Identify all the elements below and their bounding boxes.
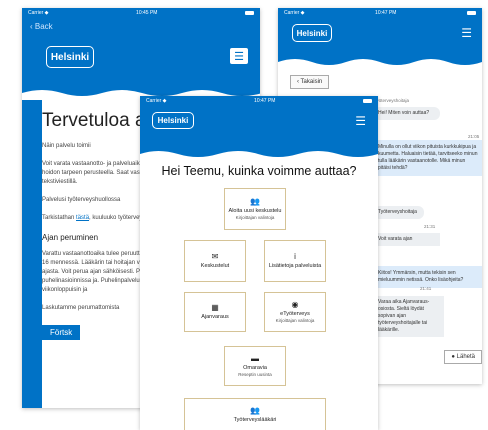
tile-title: Ajanvaraus bbox=[201, 313, 229, 320]
carrier-text: Carrier ◆ bbox=[146, 98, 167, 104]
send-icon: ● bbox=[451, 354, 455, 360]
carrier-text: Carrier ◆ bbox=[28, 10, 49, 16]
tile-occupational-doctor[interactable]: 👥 Työterveyslääkäri bbox=[184, 398, 326, 430]
back-link[interactable]: ‹ Back bbox=[30, 22, 53, 31]
people-icon: 👥 bbox=[250, 405, 260, 415]
tile-title: Lisätietoja palveluista bbox=[268, 262, 322, 269]
tile-services-info[interactable]: i Lisätietoja palveluista bbox=[264, 240, 326, 282]
clock-text: 10:47 PM bbox=[375, 10, 397, 16]
chat-message: Hei! Miten voin auttaa? bbox=[374, 107, 440, 120]
status-bar: Carrier ◆ 10:47 PM bbox=[140, 96, 378, 106]
app-header: Helsinki ☰ bbox=[278, 18, 482, 65]
home-screen: Carrier ◆ 10:47 PM Helsinki ☰ Hei Teemu,… bbox=[140, 96, 378, 430]
chat-message: Kiitos! Ymmärsin, mutta tekisin sen miel… bbox=[374, 266, 482, 288]
clock-text: 10:47 PM bbox=[254, 98, 276, 104]
send-button[interactable]: ● Lähetä bbox=[444, 350, 482, 364]
message-time: 21:05 bbox=[468, 134, 480, 139]
tile-subtitle: Kirjoittajan valintoja bbox=[275, 318, 315, 324]
screens-collage: Carrier ◆ 10:45 PM ‹ Back Helsinki ☰ Ter… bbox=[0, 0, 488, 430]
tile-new-conversation[interactable]: 👥 Aloita uusi keskustelu Kirjoittajan va… bbox=[224, 188, 286, 230]
side-decoration bbox=[22, 100, 42, 408]
back-button[interactable]: ‹ Takaisin bbox=[290, 75, 330, 89]
envelope-icon: ✉ bbox=[211, 251, 219, 261]
app-header: Helsinki ☰ bbox=[140, 106, 378, 157]
tile-title: Omaravia bbox=[243, 365, 267, 371]
helsinki-logo[interactable]: Helsinki bbox=[292, 24, 332, 42]
tile-title: Työterveyslääkäri bbox=[233, 416, 277, 423]
tile-eoccupational-health[interactable]: ◉ eTyöterveys Kirjoittajan valintoja bbox=[264, 292, 326, 332]
sender-label: Työterveyshoitaja bbox=[374, 98, 410, 103]
language-button[interactable]: Förtsk bbox=[42, 325, 81, 340]
battery-icon bbox=[466, 11, 476, 15]
tile-title: eTyöterveys bbox=[280, 311, 310, 317]
chat-message: Voit varata ajan bbox=[374, 233, 440, 246]
menu-icon[interactable]: ☰ bbox=[461, 26, 472, 40]
camera-icon: ◉ bbox=[291, 300, 299, 309]
tile-subtitle: Kirjoittajan valintoja bbox=[235, 215, 275, 221]
tile-appointments[interactable]: ▦ Ajanvaraus bbox=[184, 292, 246, 332]
message-time: 21:31 bbox=[424, 224, 436, 229]
clock-text: 10:45 PM bbox=[136, 10, 158, 16]
tile-conversations[interactable]: ✉ Keskustelut bbox=[184, 240, 246, 282]
helsinki-logo[interactable]: Helsinki bbox=[46, 46, 94, 68]
tile-title: Aloita uusi keskustelu bbox=[228, 208, 282, 214]
chat-icon: 👥 bbox=[250, 197, 260, 206]
tile-prescriptions[interactable]: ▬ Omaravia Reseptin uusinta bbox=[224, 346, 286, 386]
app-header: Helsinki ☰ bbox=[22, 34, 260, 101]
chat-message: Varaa aika Ajanvaraus-osiosta. Sieltä lö… bbox=[374, 296, 444, 337]
status-bar: Carrier ◆ 10:47 PM bbox=[278, 8, 482, 18]
header-wave bbox=[278, 58, 482, 65]
menu-icon[interactable]: ☰ bbox=[230, 48, 248, 64]
calendar-icon: ▦ bbox=[211, 302, 219, 312]
info-icon: i bbox=[294, 251, 296, 261]
header-wave bbox=[140, 150, 378, 157]
battery-icon bbox=[362, 99, 372, 103]
carrier-text: Carrier ◆ bbox=[284, 10, 305, 16]
message-time: 21:41 bbox=[420, 286, 432, 291]
nav-bar: ‹ Back bbox=[22, 18, 260, 34]
greeting-heading: Hei Teemu, kuinka voimme auttaa? bbox=[161, 164, 357, 178]
pill-icon: ▬ bbox=[251, 354, 259, 363]
battery-icon bbox=[244, 11, 254, 15]
info-link[interactable]: tästä bbox=[76, 215, 89, 221]
send-label: Lähetä bbox=[456, 354, 475, 360]
tile-subtitle: Reseptin uusinta bbox=[238, 372, 272, 378]
helsinki-logo[interactable]: Helsinki bbox=[152, 112, 194, 129]
chat-message: Minulla on ollut viikon pituista kurkkuk… bbox=[374, 140, 482, 176]
tile-title: Keskustelut bbox=[200, 262, 230, 269]
menu-icon[interactable]: ☰ bbox=[355, 114, 366, 128]
chat-message: Työterveyshoitaja bbox=[374, 206, 424, 219]
status-bar: Carrier ◆ 10:45 PM bbox=[22, 8, 260, 18]
